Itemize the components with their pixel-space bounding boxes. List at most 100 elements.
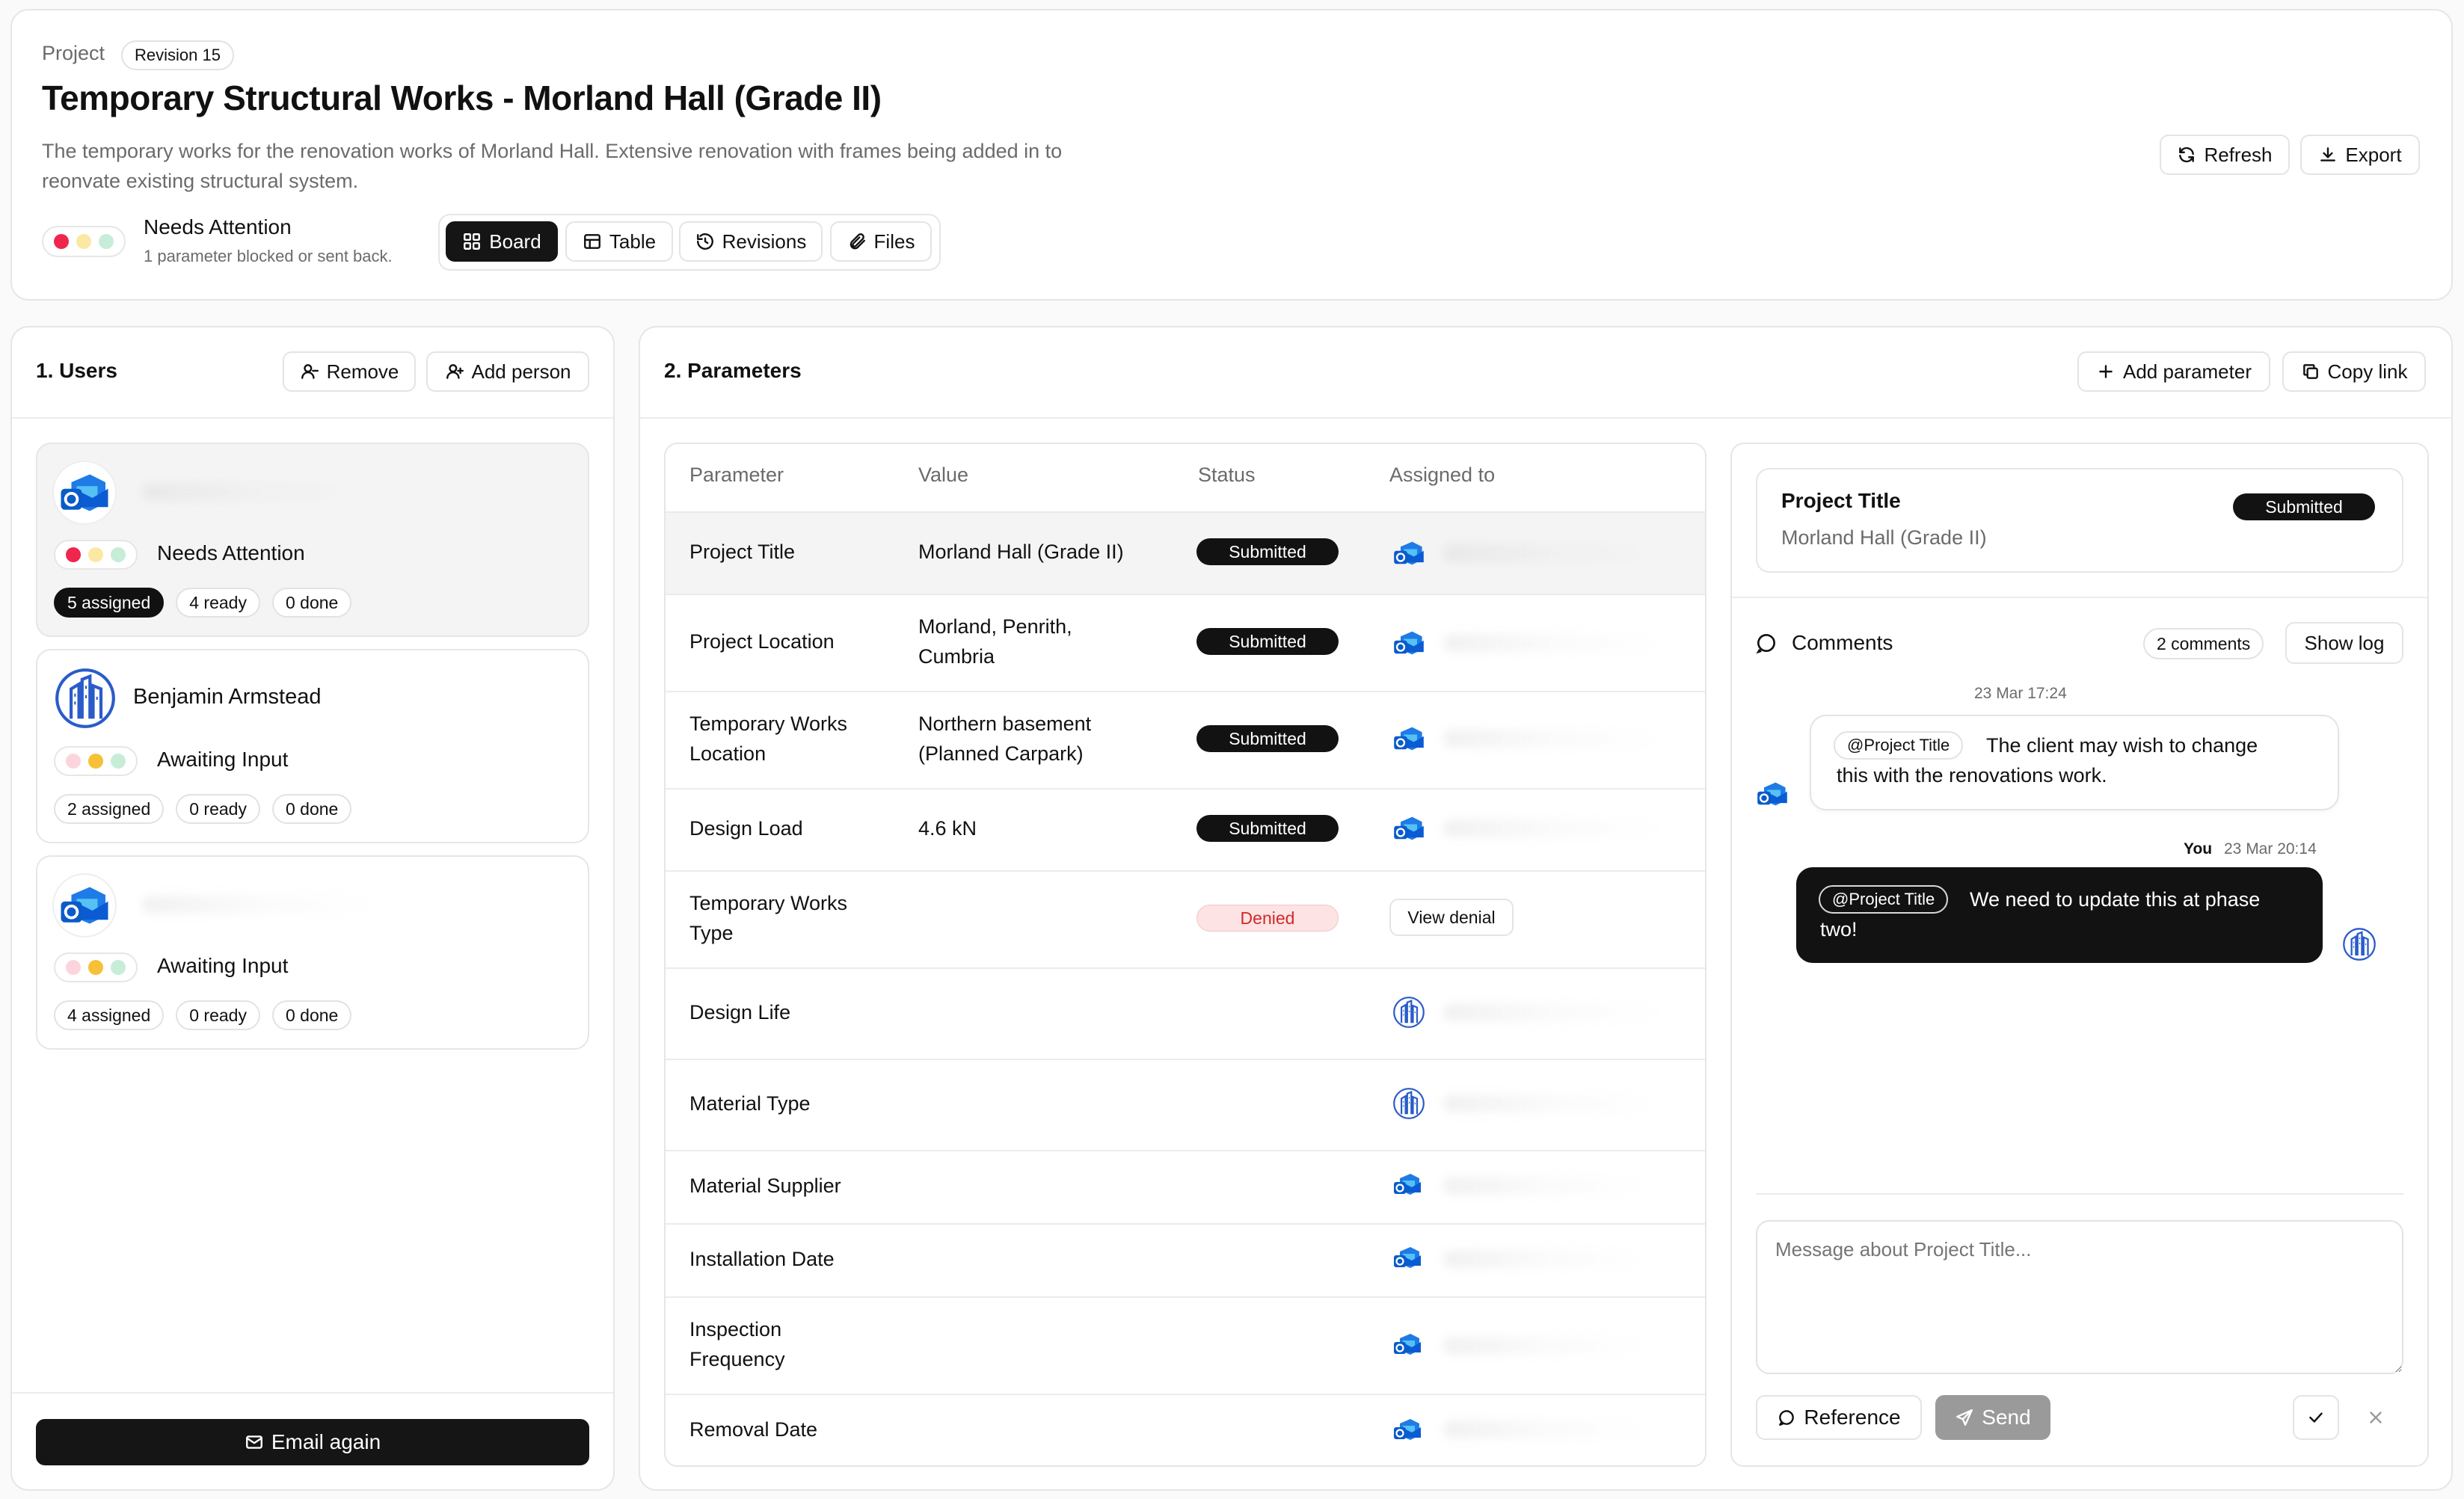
tab-files[interactable]: Files — [830, 221, 932, 262]
send-label: Send — [1982, 1406, 2031, 1429]
tab-revisions[interactable]: Revisions — [679, 221, 823, 262]
parameter-value: 4.6 kN — [918, 817, 977, 840]
status-dot-yellow — [88, 960, 103, 975]
comment-icon — [1779, 1410, 1795, 1426]
users-footer-divider — [12, 1392, 613, 1394]
parameter-name: Removal Date — [689, 1418, 818, 1441]
revision-badge: Revision 15 — [121, 40, 234, 70]
mail-icon — [245, 1435, 262, 1449]
composer-divider — [1756, 1193, 2403, 1195]
done-count: 0 done — [271, 794, 352, 824]
parameter-name: Material Type — [689, 1092, 811, 1115]
reference-label: Reference — [1804, 1406, 1901, 1429]
assignee-building-icon — [1392, 1087, 1425, 1120]
history-icon — [696, 233, 713, 250]
own-comment-bubble — [1796, 867, 2323, 963]
user-name-redacted — [142, 483, 366, 501]
export-button[interactable]: Export — [2300, 135, 2420, 175]
assignee-name-redacted — [1443, 1420, 1653, 1438]
detail-divider — [1732, 597, 2427, 598]
assigned-count: 5 assigned — [54, 588, 165, 618]
ready-count: 4 ready — [176, 588, 260, 618]
parameter-value: Morland Hall (Grade II) — [918, 541, 1124, 563]
parameter-name-line-2: Type — [689, 922, 734, 944]
show-log-button[interactable]: Show log — [2285, 622, 2403, 664]
parameter-name-line-1: Inspection — [689, 1318, 782, 1341]
selected-parameter-card — [1756, 468, 2403, 573]
comment-text-line-1: The client may wish to change — [1986, 734, 2258, 757]
user-plus-icon — [446, 364, 464, 379]
refresh-label: Refresh — [2204, 143, 2273, 166]
send-button[interactable]: Send — [1935, 1395, 2050, 1440]
comment-timestamp: 23 Mar 17:24 — [1974, 685, 2067, 702]
comment-author: You — [2184, 840, 2213, 858]
parameter-name: Design Load — [689, 817, 803, 840]
users-header-divider — [12, 417, 613, 419]
ready-count: 0 ready — [176, 794, 260, 824]
resolve-button[interactable] — [2293, 1395, 2339, 1440]
reference-button[interactable]: Reference — [1756, 1395, 1922, 1440]
add-person-button[interactable]: Add person — [426, 351, 589, 392]
ready-count: 0 ready — [176, 1000, 260, 1030]
status-dot-red — [54, 234, 69, 249]
grid-icon — [464, 233, 481, 250]
add-parameter-button[interactable]: Add parameter — [2077, 351, 2270, 392]
own-comment-text-line-1: We need to update this at phase — [1970, 888, 2261, 911]
parameter-name-line-1: Temporary Works — [689, 892, 848, 914]
user-name: Benjamin Armstead — [133, 685, 322, 709]
assignee-name-redacted — [1443, 1003, 1668, 1021]
assigned-count: 4 assigned — [54, 1000, 165, 1030]
status-dot-green — [111, 960, 126, 975]
parameter-value-line-2: Cumbria — [918, 645, 995, 668]
done-count: 0 done — [271, 1000, 352, 1030]
assigned-count: 2 assigned — [54, 794, 165, 824]
copy-icon — [2302, 364, 2318, 379]
comment-text-line-2: this with the renovations work. — [1837, 764, 2107, 787]
page-title: Temporary Structural Works - Morland Hal… — [42, 79, 882, 117]
user-name-redacted — [142, 896, 381, 914]
copy-link-button[interactable]: Copy link — [2282, 351, 2426, 392]
status-dot-yellow — [76, 234, 91, 249]
parameter-name: Design Life — [689, 1001, 791, 1024]
assignee-name-redacted — [1443, 1250, 1653, 1268]
assignee-avatar-icon — [1392, 537, 1425, 570]
column-header-assigned: Assigned to — [1389, 464, 1496, 486]
status-dot-yellow — [88, 547, 103, 562]
status-dot-red — [66, 547, 81, 562]
parameter-value-line-2: (Planned Carpark) — [918, 742, 1084, 765]
comment-timestamp: 23 Mar 20:14 — [2224, 840, 2317, 858]
parameter-name: Installation Date — [689, 1248, 835, 1270]
user-counts: 4 assigned 0 ready 0 done — [54, 1000, 352, 1030]
assignee-avatar-icon — [1392, 627, 1425, 659]
refresh-icon — [2179, 147, 2195, 163]
assignee-avatar-icon — [1392, 1329, 1422, 1359]
assignee-avatar-icon — [1392, 1243, 1422, 1272]
assignee-name-redacted — [1443, 634, 1668, 652]
user-status-label: Awaiting Input — [157, 748, 289, 771]
tab-board[interactable]: Board — [446, 221, 558, 262]
mention-tag: @Project Title — [1819, 885, 1949, 914]
assignee-building-icon — [1392, 996, 1425, 1029]
user-status-dots — [54, 952, 138, 982]
tab-table[interactable]: Table — [565, 221, 673, 262]
table-row[interactable] — [666, 870, 1705, 967]
assignee-name-redacted — [1443, 544, 1668, 562]
status-badge: Denied — [1196, 905, 1339, 932]
tab-files-label: Files — [873, 230, 915, 253]
status-dot-red — [66, 960, 81, 975]
assignee-name-redacted — [1443, 1095, 1668, 1112]
email-again-button[interactable]: Email again — [36, 1419, 589, 1465]
copy-link-label: Copy link — [2327, 360, 2408, 383]
parameter-value-line-1: Northern basement — [918, 712, 1092, 735]
refresh-button[interactable]: Refresh — [2160, 135, 2290, 175]
status-badge: Submitted — [1196, 538, 1339, 565]
user-status-dots — [54, 540, 138, 570]
own-comment-text-line-2: two! — [1820, 918, 1858, 941]
description-line-1: The temporary works for the renovation w… — [42, 140, 1063, 162]
message-input[interactable] — [1756, 1220, 2403, 1374]
remove-user-button[interactable]: Remove — [283, 351, 416, 392]
selected-parameter-value: Morland Hall (Grade II) — [1781, 526, 1987, 549]
close-button[interactable] — [2353, 1395, 2399, 1440]
assignee-name-redacted — [1443, 1177, 1653, 1195]
view-denial-button[interactable]: View denial — [1389, 899, 1514, 936]
